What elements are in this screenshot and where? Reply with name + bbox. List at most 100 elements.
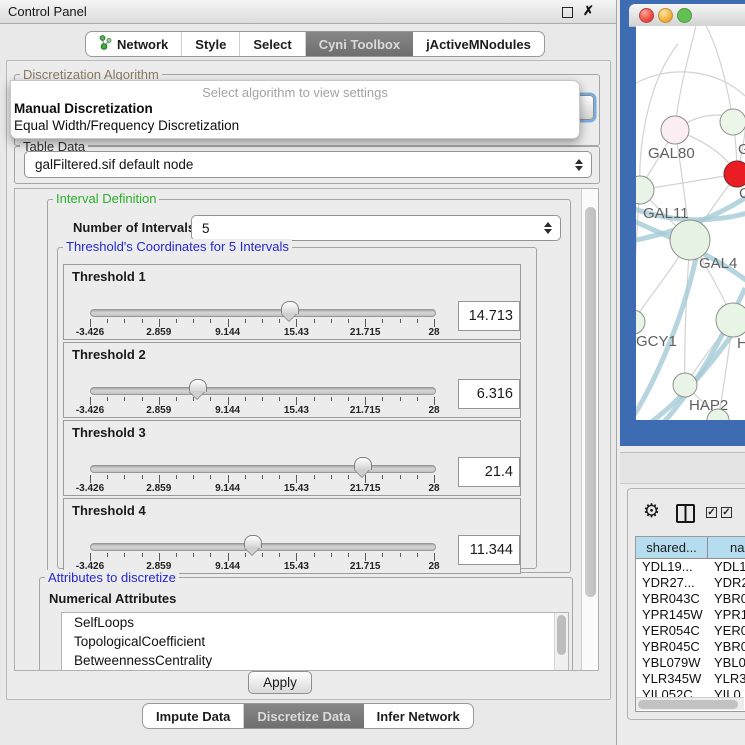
slider-tick-labels: -3.4262.8599.14415.4321.71528: [90, 327, 434, 339]
table-cell: YDL1: [708, 559, 745, 575]
slider-handle[interactable]: [281, 301, 299, 314]
slider-tick-labels: -3.4262.8599.14415.4321.71528: [90, 483, 434, 495]
network-node-gcy1[interactable]: [636, 310, 645, 334]
column-layout-icon[interactable]: [676, 504, 695, 523]
threshold-3-box: Threshold 3 -3.4262.8599.14415.4321.71528…: [63, 420, 521, 496]
vertical-scrollbar[interactable]: [581, 189, 599, 670]
tab-select[interactable]: Select: [240, 32, 305, 56]
network-node-h[interactable]: [716, 303, 745, 337]
threshold-value-field[interactable]: 11.344: [458, 535, 520, 565]
checkbox-icon[interactable]: ✓: [706, 507, 717, 518]
table-cell: YER054C: [636, 623, 708, 639]
combo-stepper-icon[interactable]: [540, 222, 556, 234]
zoom-traffic-light[interactable]: [677, 8, 692, 23]
table-row[interactable]: YPR145WYPR1: [636, 607, 745, 623]
control-panel-tabs: Network Style Select Cyni Toolbox jActiveMNo…: [85, 31, 545, 57]
table-cell: YLR3: [708, 671, 745, 687]
tab-discretize-data[interactable]: Discretize Data: [244, 704, 363, 728]
network-node-gal11[interactable]: [636, 176, 654, 204]
list-item[interactable]: SelfLoops: [62, 613, 568, 632]
table-cell: YPR145W: [636, 607, 708, 623]
control-panel-titlebar: [0, 0, 616, 24]
tab-infer-network[interactable]: Infer Network: [364, 704, 473, 728]
node-label: H: [737, 335, 745, 352]
network-node-hap2[interactable]: [673, 373, 697, 397]
slider-track[interactable]: [90, 543, 436, 551]
tab-network[interactable]: Network: [86, 32, 182, 56]
table-data-value: galFiltered.sif default node: [25, 157, 571, 172]
threshold-2-box: Threshold 2 -3.4262.8599.14415.4321.71528…: [63, 342, 521, 418]
table-data-combobox[interactable]: galFiltered.sif default node: [24, 151, 592, 178]
close-icon[interactable]: ✗: [583, 3, 594, 19]
tab-label: Infer Network: [377, 709, 460, 724]
tab-jactivemnodules[interactable]: jActiveMNodules: [413, 32, 544, 56]
threshold-value-field[interactable]: 6.316: [458, 379, 520, 409]
interval-definition-title: Interval Definition: [53, 191, 159, 206]
network-edge: [640, 174, 737, 190]
column-header-shared-[interactable]: shared...: [636, 537, 708, 558]
network-canvas[interactable]: GAL80GCGAL11GAL4GCY1HHAP2: [636, 26, 745, 420]
slider-track[interactable]: [90, 309, 436, 317]
slider-ticks: [90, 319, 434, 327]
number-of-intervals-combobox[interactable]: 5: [191, 215, 561, 241]
slider-handle[interactable]: [354, 457, 372, 470]
horizontal-scrollbar[interactable]: [636, 697, 744, 710]
slider-track[interactable]: [90, 465, 436, 473]
slider-handle[interactable]: [244, 535, 262, 548]
threshold-1-box: Threshold 1 -3.4262.8599.14415.4321.71528…: [63, 264, 521, 340]
tab-label: Discretize Data: [257, 709, 350, 724]
combo-stepper-icon[interactable]: [571, 159, 587, 171]
network-node-c[interactable]: [724, 161, 745, 187]
table-row[interactable]: YBR043CYBR0: [636, 591, 745, 607]
tab-style[interactable]: Style: [182, 32, 240, 56]
tab-label: Style: [195, 37, 226, 52]
table-cell: YDR2: [708, 575, 745, 591]
tab-label: Select: [253, 37, 291, 52]
table-row[interactable]: YBL079WYBL0: [636, 655, 745, 671]
table-row[interactable]: YBR045CYBR0: [636, 639, 745, 655]
slider-ticks: [90, 397, 434, 405]
threshold-label: Threshold 1: [72, 269, 146, 284]
threshold-label: Threshold 3: [72, 425, 146, 440]
float-window-icon[interactable]: [562, 7, 573, 18]
scrollbar-thumb[interactable]: [585, 207, 596, 597]
column-header-na[interactable]: na: [708, 537, 745, 558]
node-label: G: [738, 141, 745, 158]
threshold-value-field[interactable]: 21.4: [458, 457, 520, 487]
network-edge: [636, 72, 745, 96]
table-cell: YBR045C: [636, 639, 708, 655]
option-equal-width-frequency[interactable]: Equal Width/Frequency Discretization: [14, 118, 239, 133]
table-header-row: shared...na: [636, 537, 745, 559]
threshold-value-field[interactable]: 14.713: [458, 301, 520, 331]
scrollbar-thumb[interactable]: [638, 700, 738, 709]
tab-impute-data[interactable]: Impute Data: [143, 704, 244, 728]
network-node-gal80[interactable]: [661, 116, 689, 144]
slider-tick-labels: -3.4262.8599.14415.4321.71528: [90, 405, 434, 417]
table-row[interactable]: YDR27...YDR2: [636, 575, 745, 591]
close-traffic-light[interactable]: [639, 8, 654, 23]
list-scrollbar[interactable]: [554, 613, 568, 671]
numerical-attributes-list[interactable]: SelfLoopsTopologicalCoefficientBetweenne…: [61, 612, 569, 671]
list-item[interactable]: BetweennessCentrality: [62, 651, 568, 670]
network-node-gal4[interactable]: [670, 220, 710, 260]
tab-cyni-toolbox[interactable]: Cyni Toolbox: [306, 32, 413, 56]
table-row[interactable]: YER054CYER0: [636, 623, 745, 639]
table-row[interactable]: YLR345WYLR3: [636, 671, 745, 687]
minimize-traffic-light[interactable]: [658, 8, 673, 23]
slider-track[interactable]: [90, 387, 436, 395]
tab-label: jActiveMNodules: [426, 37, 531, 52]
network-node-g[interactable]: [720, 109, 745, 135]
checkbox-icon[interactable]: ✓: [721, 507, 732, 518]
cyni-mode-tabs: Impute Data Discretize Data Infer Network: [142, 703, 474, 729]
node-label: C: [739, 185, 745, 202]
slider-handle[interactable]: [189, 379, 207, 392]
algorithm-dropdown-popup: Select algorithm to view settings Manual…: [10, 80, 580, 139]
table-row[interactable]: YDL19...YDL1: [636, 559, 745, 575]
threshold-label: Threshold 2: [72, 347, 146, 362]
threshold-label: Threshold 4: [72, 503, 146, 518]
gear-icon[interactable]: ⚙: [643, 500, 660, 523]
option-manual-discretization[interactable]: Manual Discretization: [14, 101, 153, 116]
list-item[interactable]: TopologicalCoefficient: [62, 632, 568, 651]
table-cell: YDL19...: [636, 559, 708, 575]
apply-button[interactable]: Apply: [248, 671, 312, 694]
